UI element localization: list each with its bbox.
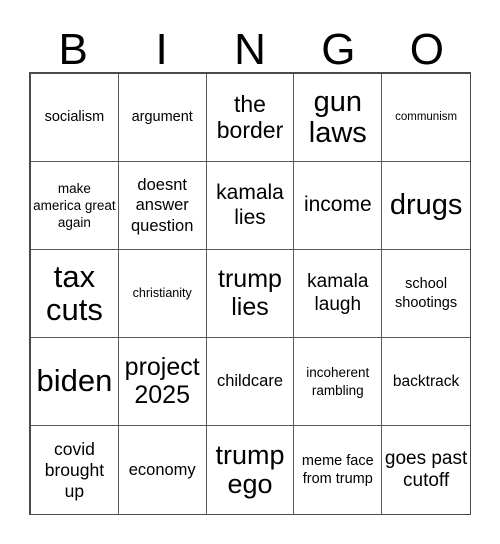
bingo-cell-label: economy xyxy=(128,460,196,479)
bingo-cell-label: meme face from trump xyxy=(301,452,374,487)
bingo-cell-label: school shootings xyxy=(395,276,458,311)
bingo-cell[interactable]: economy xyxy=(118,426,207,514)
bingo-cell-label: trump lies xyxy=(218,265,282,321)
bingo-cell-label: childcare xyxy=(216,372,284,391)
bingo-cell[interactable]: incoherent rambling xyxy=(294,338,383,426)
bingo-cell-label: make america great again xyxy=(33,180,116,231)
bingo-cell-label: doesnt answer question xyxy=(131,176,194,235)
header-letter-g: G xyxy=(321,25,356,74)
bingo-card: B I N G O socialism argument the border gun… xyxy=(0,0,500,544)
header-letter-o: O xyxy=(409,25,444,74)
bingo-cell[interactable]: trump lies xyxy=(206,250,295,338)
bingo-cell[interactable]: project 2025 xyxy=(118,338,207,426)
bingo-cell-label: tax cuts xyxy=(45,258,103,327)
bingo-cell-label: trump ego xyxy=(215,439,285,499)
bingo-header: B I N G O xyxy=(29,16,471,72)
bingo-cell-label: project 2025 xyxy=(124,353,200,409)
bingo-cell[interactable]: doesnt answer question xyxy=(118,162,207,250)
bingo-cell[interactable]: backtrack xyxy=(382,338,470,426)
header-letter-b: B xyxy=(58,25,88,74)
bingo-cell[interactable]: drugs xyxy=(382,162,470,250)
bingo-cell[interactable]: covid brought up xyxy=(31,426,119,514)
bingo-cell[interactable]: kamala lies xyxy=(206,162,295,250)
header-letter-n: N xyxy=(234,25,266,74)
bingo-cell-label: communism xyxy=(395,111,458,124)
bingo-cell-label: income xyxy=(303,193,372,217)
bingo-cell-label: socialism xyxy=(44,109,105,126)
bingo-cell[interactable]: socialism xyxy=(31,74,119,162)
bingo-cell[interactable]: school shootings xyxy=(382,250,470,338)
bingo-cell-label: biden xyxy=(36,363,113,399)
bingo-cell[interactable]: childcare xyxy=(206,338,295,426)
bingo-cell[interactable]: trump ego xyxy=(206,426,295,514)
bingo-grid: socialism argument the border gun laws commu… xyxy=(29,72,471,515)
bingo-cell-label: the border xyxy=(216,90,284,143)
bingo-cell[interactable]: meme face from trump xyxy=(294,426,383,514)
bingo-cell-label: drugs xyxy=(389,189,463,222)
header-letter-i: I xyxy=(155,25,168,74)
bingo-cell[interactable]: biden xyxy=(31,338,119,426)
bingo-cell[interactable]: goes past cutoff xyxy=(382,426,470,514)
bingo-cell[interactable]: communism xyxy=(382,74,470,162)
bingo-cell-label: kamala laugh xyxy=(307,271,369,315)
bingo-cell[interactable]: tax cuts xyxy=(31,250,119,338)
bingo-cell-label: goes past cutoff xyxy=(384,447,468,491)
bingo-cell[interactable]: argument xyxy=(118,74,207,162)
bingo-cell[interactable]: kamala laugh xyxy=(294,250,383,338)
bingo-cell[interactable]: make america great again xyxy=(31,162,119,250)
bingo-cell-label: argument xyxy=(131,109,193,126)
bingo-cell[interactable]: christianity xyxy=(118,250,207,338)
bingo-cell[interactable]: the border xyxy=(206,74,295,162)
bingo-cell[interactable]: gun laws xyxy=(294,74,383,162)
bingo-cell-label: christianity xyxy=(132,286,192,301)
bingo-cell[interactable]: income xyxy=(294,162,383,250)
bingo-cell-label: covid brought up xyxy=(44,438,105,501)
bingo-cell-label: gun laws xyxy=(308,85,367,149)
bingo-cell-label: backtrack xyxy=(392,372,460,390)
bingo-cell-label: incoherent rambling xyxy=(306,365,370,398)
bingo-cell-label: kamala lies xyxy=(216,181,284,229)
